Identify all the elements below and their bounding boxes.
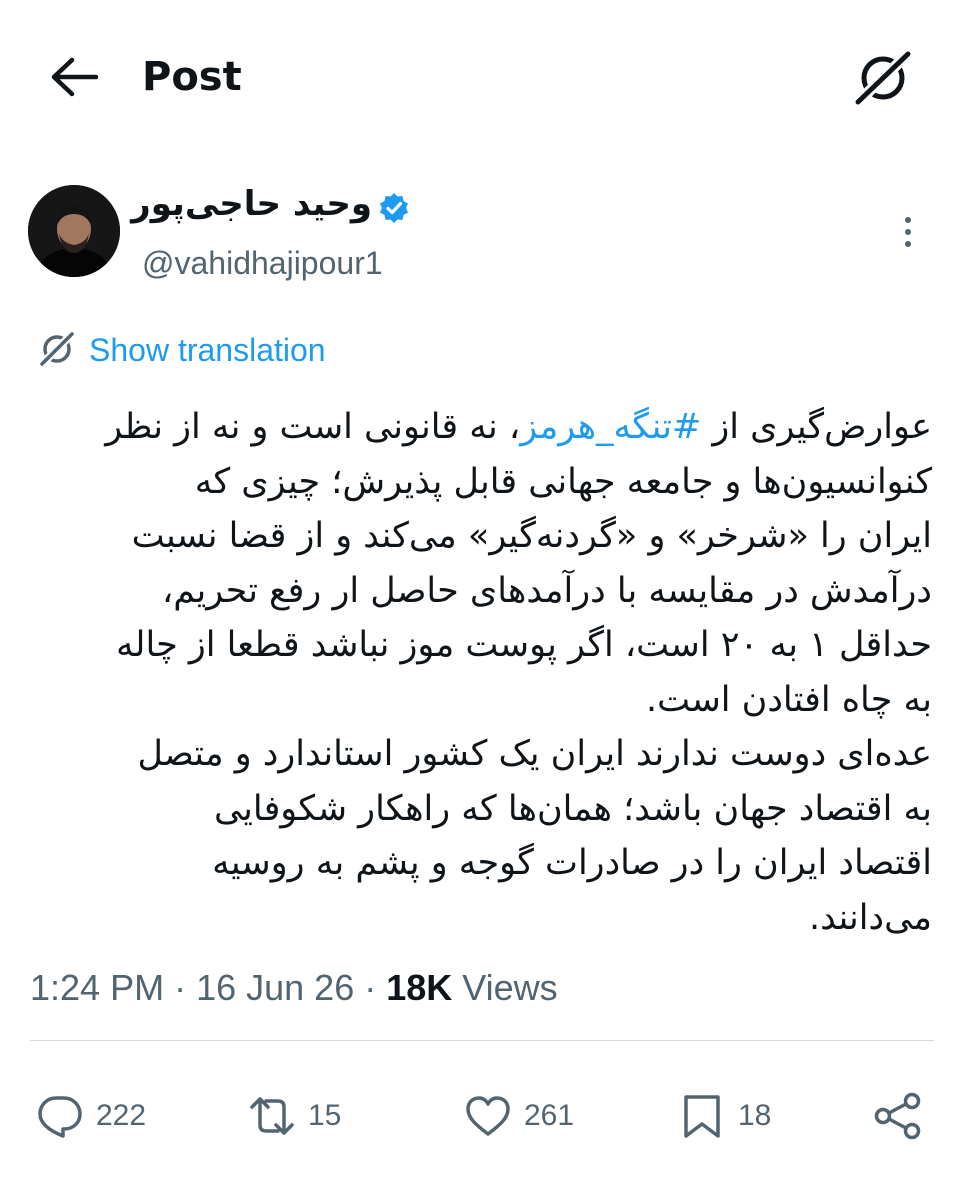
more-vertical-icon [905, 217, 911, 247]
post-date[interactable]: 16 Jun 26 [196, 967, 354, 1008]
profile-photo [28, 185, 120, 277]
post-time[interactable]: 1:24 PM [30, 967, 164, 1008]
hashtag-link[interactable]: #تنگه_هرمز [520, 407, 701, 447]
reply-icon [38, 1096, 82, 1138]
post-line: حداقل ۱ به ۲۰ است، اگر پوست موز نباشد قط… [116, 625, 932, 665]
bookmark-count: 18 [738, 1099, 772, 1132]
post-line: عوارض‌گیری از #تنگه_هرمز، نه قانونی است … [20, 400, 932, 455]
post-text: عوارض‌گیری از #تنگه_هرمز، نه قانونی است … [20, 400, 932, 945]
post-line: اقتصاد ایران را در صادرات گوجه و پشم به … [212, 843, 932, 883]
like-count: 261 [524, 1099, 575, 1132]
page-title: Post [142, 54, 242, 100]
post-line: به چاه افتادن است. [645, 679, 932, 720]
post-line: می‌دانند. [808, 897, 932, 938]
heart-icon [466, 1096, 510, 1136]
meta-separator: · [164, 967, 197, 1008]
display-name[interactable]: وحید حاجی‌پور [131, 180, 412, 232]
post-metadata: 1:24 PM · 16 Jun 26 · 18K Views [30, 965, 558, 1011]
post-line: عده‌ای دوست ندارند ایران یک کشور استاندا… [137, 734, 932, 774]
verified-badge-icon [380, 193, 408, 223]
more-options-button[interactable] [892, 212, 924, 252]
views-count: 18K [386, 967, 453, 1008]
post-text-segment: ، نه قانونی است و نه از نظر [105, 407, 521, 447]
post-line: ایران را «شرخر» و «گردنه‌گیر» می‌کند و ا… [131, 516, 932, 556]
display-name-text: وحید حاجی‌پور [131, 184, 372, 224]
post-line: به اقتصاد جهان باشد؛ همان‌ها که راهکار ش… [214, 788, 932, 829]
repost-count: 15 [308, 1099, 342, 1132]
bookmark-icon [684, 1095, 720, 1138]
meta-separator: · [354, 967, 387, 1008]
arrow-left-icon [51, 57, 99, 97]
grok-icon [852, 48, 914, 108]
grok-button[interactable] [852, 48, 914, 108]
share-button[interactable] [872, 1090, 924, 1142]
top-bar: Post [0, 0, 956, 150]
post-line: کنوانسیون‌ها و جامعه جهانی قابل پذیرش؛ چ… [194, 461, 932, 502]
post-text-segment: عوارض‌گیری از [701, 407, 932, 447]
back-button[interactable] [50, 55, 100, 99]
author-handle[interactable]: @vahidhajipour1 [142, 245, 383, 282]
views-label: Views [452, 967, 558, 1008]
avatar[interactable] [28, 185, 120, 277]
share-icon [874, 1092, 921, 1140]
repost-icon [250, 1097, 294, 1135]
post-line: درآمدش در مقایسه با درآمدهای حاصل ار رفع… [161, 570, 932, 611]
show-translation-label: Show translation [89, 332, 326, 368]
grok-translate-icon [38, 330, 76, 368]
divider [30, 1040, 934, 1041]
reply-count: 222 [96, 1099, 147, 1132]
